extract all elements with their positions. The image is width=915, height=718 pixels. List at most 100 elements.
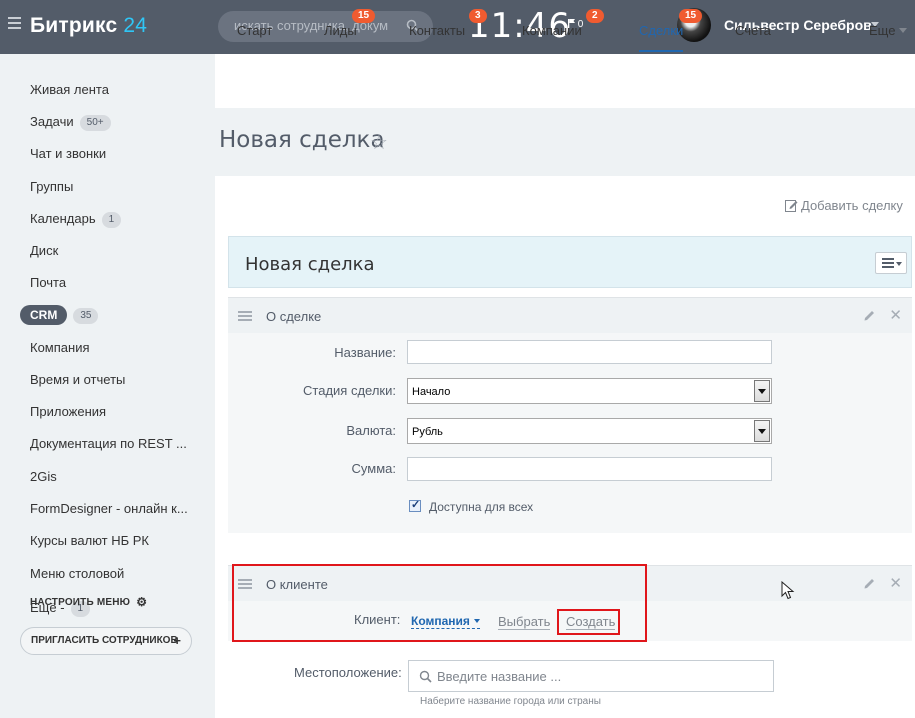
tab-item[interactable]: Старт bbox=[237, 23, 272, 38]
location-hint: Наберите название города или страны bbox=[420, 696, 601, 707]
location-input[interactable] bbox=[437, 669, 757, 684]
tab-badge: 15 bbox=[352, 9, 376, 23]
section-deal-header: О сделке ✕ bbox=[228, 297, 912, 333]
page-title: Новая сделка bbox=[219, 127, 385, 153]
location-label: Местоположение: bbox=[294, 665, 402, 680]
sidebar-item[interactable]: Чат и звонки bbox=[30, 144, 106, 164]
sidebar-item[interactable]: Приложения bbox=[30, 402, 106, 422]
close-icon[interactable]: ✕ bbox=[889, 306, 902, 324]
search-icon bbox=[419, 670, 432, 683]
sidebar-item[interactable]: Документация по REST ... bbox=[30, 434, 187, 454]
sidebar-item[interactable]: Живая лента bbox=[30, 80, 109, 100]
add-deal-link[interactable]: Добавить сделку bbox=[785, 198, 903, 213]
sidebar-item-label: FormDesigner - онлайн к... bbox=[30, 501, 188, 516]
tab-item[interactable]: Контакты 3 bbox=[409, 9, 487, 38]
currency-value: Рубль bbox=[412, 426, 443, 438]
sidebar-item[interactable]: Меню столовой bbox=[30, 564, 124, 584]
currency-select[interactable]: Рубль bbox=[407, 418, 772, 444]
pencil-icon[interactable] bbox=[864, 309, 876, 321]
sidebar-item[interactable]: FormDesigner - онлайн к... bbox=[30, 499, 188, 519]
invite-users-button[interactable]: ПРИГЛАСИТЬ СОТРУДНИКОВ + bbox=[20, 627, 192, 655]
sidebar-item-label: Меню столовой bbox=[30, 566, 125, 581]
settings-menu-label: НАСТРОИТЬ МЕНЮ bbox=[30, 597, 131, 608]
sidebar-item-label: Почта bbox=[30, 275, 67, 290]
sidebar-item-counter: 50+ bbox=[79, 115, 111, 131]
sidebar-item-label: Курсы валют НБ РК bbox=[30, 533, 149, 548]
sidebar-item-label: Задачи bbox=[30, 114, 74, 129]
tab-item[interactable]: Счета bbox=[735, 23, 771, 38]
chevron-down-icon bbox=[899, 28, 908, 33]
stage-select[interactable]: Начало bbox=[407, 378, 772, 404]
form-header: Новая сделка bbox=[228, 236, 912, 288]
sidebar-item[interactable]: Диск bbox=[30, 241, 58, 261]
stage-label: Стадия сделки: bbox=[303, 383, 396, 398]
sidebar-item-label: Документация по REST ... bbox=[30, 436, 187, 451]
tab-item[interactable]: Лиды 15 bbox=[324, 9, 376, 38]
tab-label: Старт bbox=[237, 23, 273, 38]
gear-icon: ⚙ bbox=[136, 595, 148, 609]
tab-badge: 3 bbox=[469, 9, 487, 23]
sidebar-item-label: CRM bbox=[20, 305, 68, 325]
tab-label: Компании bbox=[522, 23, 582, 38]
form-title: Новая сделка bbox=[245, 254, 375, 275]
crm-tabs bbox=[215, 54, 915, 108]
dropdown-arrow-icon[interactable] bbox=[754, 380, 770, 402]
sidebar-item[interactable]: Почта bbox=[30, 273, 66, 293]
available-checkbox[interactable] bbox=[409, 498, 421, 512]
location-input-box[interactable] bbox=[408, 660, 774, 692]
list-icon bbox=[882, 258, 894, 270]
logo-main: Битрикс bbox=[30, 14, 118, 37]
sidebar-item-counter: 1 bbox=[101, 212, 122, 228]
currency-label: Валюта: bbox=[346, 423, 396, 438]
tab-badge: 15 bbox=[679, 9, 703, 23]
sidebar-item-label: Живая лента bbox=[30, 82, 109, 97]
available-label[interactable]: Доступна для всех bbox=[429, 500, 533, 514]
dropdown-arrow-icon[interactable] bbox=[754, 420, 770, 442]
tab-item[interactable]: Сделки 15 bbox=[639, 9, 703, 52]
pencil-icon[interactable] bbox=[864, 577, 876, 589]
sidebar-item[interactable]: 2Gis bbox=[30, 467, 57, 487]
sidebar-item[interactable]: Время и отчеты bbox=[30, 370, 125, 390]
name-label: Название: bbox=[334, 345, 396, 360]
name-field[interactable] bbox=[407, 340, 772, 364]
sidebar-item-label: Чат и звонки bbox=[30, 146, 107, 161]
tab-label: Сделки bbox=[639, 23, 684, 38]
drag-handle-icon[interactable] bbox=[238, 311, 252, 323]
invite-users-label: ПРИГЛАСИТЬ СОТРУДНИКОВ bbox=[31, 635, 178, 646]
plus-icon: + bbox=[173, 633, 181, 648]
sidebar-item[interactable]: Компания bbox=[30, 338, 90, 358]
tab-item[interactable]: Компании 2 bbox=[522, 9, 604, 38]
mouse-cursor-icon bbox=[781, 581, 795, 600]
close-icon[interactable]: ✕ bbox=[889, 574, 902, 592]
sidebar-item-label: 2Gis bbox=[30, 469, 57, 484]
chevron-down-icon bbox=[896, 262, 902, 266]
sidebar-item[interactable]: CRM 35 bbox=[20, 305, 99, 325]
edit-icon bbox=[785, 200, 798, 212]
sidebar-item[interactable]: Задачи 50+ bbox=[30, 112, 111, 132]
sidebar-item[interactable]: Группы bbox=[30, 177, 73, 197]
sum-field[interactable] bbox=[407, 457, 772, 481]
logo[interactable]: Битрикс 24 bbox=[30, 14, 147, 38]
sidebar-item-label: Приложения bbox=[30, 404, 107, 419]
sidebar-item-label: Календарь bbox=[30, 211, 96, 226]
sidebar-item[interactable]: Календарь 1 bbox=[30, 209, 122, 229]
tab-badge: 2 bbox=[586, 9, 604, 23]
add-deal-label: Добавить сделку bbox=[801, 198, 903, 213]
sidebar-item-label: Компания bbox=[30, 340, 90, 355]
sidebar-item-label: Время и отчеты bbox=[30, 372, 126, 387]
sidebar-item[interactable]: Курсы валют НБ РК bbox=[30, 531, 149, 551]
tab-item[interactable]: Еще bbox=[869, 23, 908, 38]
sidebar-item-counter: 35 bbox=[73, 308, 99, 324]
form-menu-button[interactable] bbox=[875, 252, 907, 274]
tab-label: Контакты bbox=[409, 23, 466, 38]
menu-burger-icon[interactable] bbox=[8, 17, 21, 29]
highlight-frame-create bbox=[557, 609, 620, 635]
logo-number: 24 bbox=[123, 14, 148, 37]
settings-menu-link[interactable]: НАСТРОИТЬ МЕНЮ ⚙ bbox=[30, 595, 147, 609]
star-icon[interactable]: ☆ bbox=[370, 130, 388, 155]
tab-label: Еще bbox=[869, 23, 896, 38]
sidebar-item-label: Группы bbox=[30, 179, 74, 194]
stage-value: Начало bbox=[412, 386, 451, 398]
section-deal-title: О сделке bbox=[266, 309, 322, 324]
tab-label: Счета bbox=[735, 23, 771, 38]
